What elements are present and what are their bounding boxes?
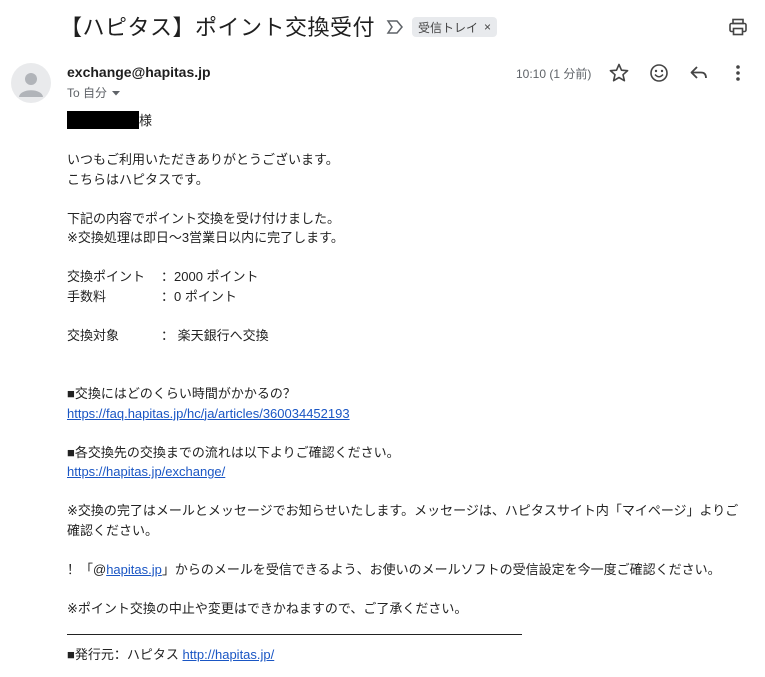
target-value: ： 楽天銀行へ交換: [161, 327, 269, 343]
inbox-label-chip[interactable]: 受信トレイ ×: [412, 17, 498, 37]
completion-note: ※交換の完了はメールとメッセージでお知らせいたします。メッセージは、ハピタスサイ…: [67, 503, 739, 538]
caret-down-icon[interactable]: [111, 88, 121, 98]
salutation: 様: [67, 111, 747, 131]
target-row: 交換対象 ： 楽天銀行へ交換: [67, 326, 747, 346]
exchange-link[interactable]: https://hapitas.jp/exchange/: [67, 464, 225, 479]
more-vert-icon[interactable]: [727, 62, 749, 84]
smile-icon[interactable]: [648, 62, 670, 84]
notice-line-2: ※交換処理は即日〜3営業日以内に完了します。: [67, 230, 344, 245]
remove-label-icon[interactable]: ×: [484, 20, 491, 34]
sender-avatar[interactable]: [11, 63, 51, 103]
footer-divider: [67, 634, 522, 635]
redacted-recipient-name: [67, 111, 139, 129]
target-key: 交換対象: [67, 327, 120, 343]
issuer-text: ■発行元：ハピタス: [67, 647, 183, 662]
fee-key: 手数料: [67, 288, 107, 304]
email-body: 様 いつもご利用いただきありがとうございます。 こちらはハピタスです。 下記の内…: [67, 111, 747, 665]
reply-icon[interactable]: [688, 62, 710, 84]
mail-settings-post: 」からのメールを受信できるよう、お使いのメールソフトの受信設定を今一度ご確認くだ…: [161, 561, 721, 577]
recipient-line[interactable]: To 自分: [67, 84, 121, 101]
print-icon[interactable]: [728, 17, 748, 37]
cancel-note: ※ポイント交換の中止や変更はできかねますので、ご了承ください。: [67, 600, 468, 616]
mail-settings-note: ！「@hapitas.jp」からのメールを受信できるよう、お使いのメールソフトの…: [67, 560, 747, 580]
inbox-label-text: 受信トレイ: [418, 20, 479, 35]
notice-line-1: 下記の内容でポイント交換を受け付けました。: [67, 210, 341, 226]
label-arrow-icon[interactable]: [386, 20, 404, 34]
recipient-text: To 自分: [67, 86, 108, 100]
star-icon[interactable]: [608, 62, 630, 84]
sender-address[interactable]: exchange@hapitas.jp: [67, 64, 211, 80]
faq-question: ■交換にはどのくらい時間がかかるの？: [67, 386, 296, 401]
issuer-line: ■発行元：ハピタス http://hapitas.jp/: [67, 645, 747, 665]
person-icon: [19, 73, 43, 97]
salutation-suffix: 様: [139, 113, 153, 128]
greeting-line-2: こちらはハピタスです。: [67, 171, 209, 187]
email-header: 【ハピタス】ポイント交換受付 受信トレイ ×: [0, 0, 765, 52]
mail-settings-pre: ！「@: [67, 561, 107, 577]
email-subject: 【ハピタス】ポイント交換受付: [60, 15, 376, 40]
exchange-points-row: 交換ポイント ：2000 ポイント: [67, 267, 747, 287]
hapitas-home-link[interactable]: http://hapitas.jp/: [182, 647, 274, 662]
points-value: ：2000 ポイント: [161, 269, 259, 284]
message-time: 10:10 (1 分前): [516, 67, 592, 81]
fee-value: ：0 ポイント: [161, 288, 237, 304]
hapitas-domain-link[interactable]: hapitas.jp: [106, 562, 162, 577]
points-key: 交換ポイント: [67, 269, 146, 284]
fee-row: 手数料 ：0 ポイント: [67, 287, 747, 307]
flow-question: ■各交換先の交換までの流れは以下よりご確認ください。: [67, 444, 400, 460]
faq-link[interactable]: https://faq.hapitas.jp/hc/ja/articles/36…: [67, 406, 350, 421]
greeting-line-1: いつもご利用いただきありがとうございます。: [67, 152, 339, 167]
